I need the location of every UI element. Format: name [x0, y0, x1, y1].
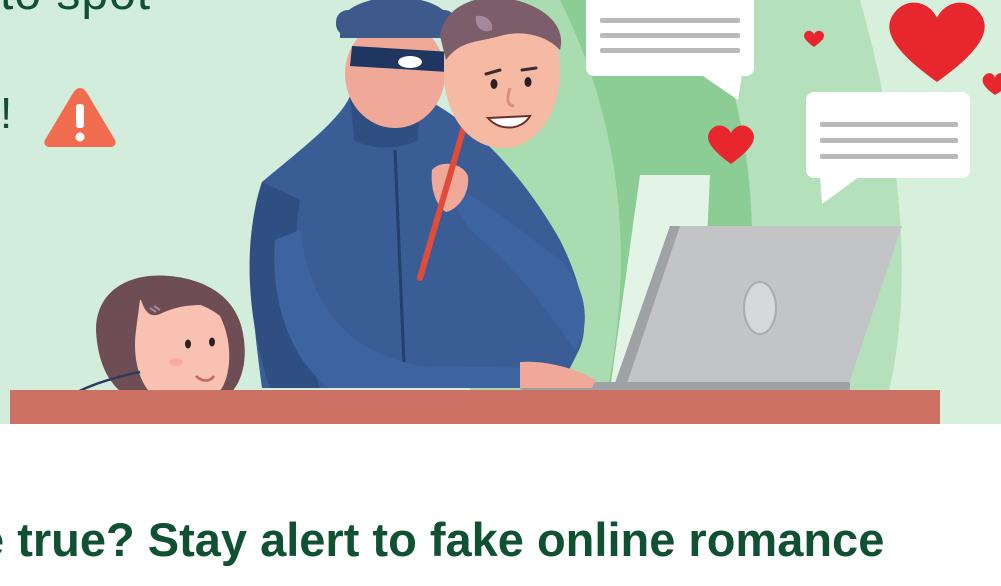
- article-title: e true? Stay alert to fake online romanc…: [0, 513, 885, 566]
- warning-triangle-icon: [44, 88, 116, 147]
- banner-headline-fragment: to spot: [0, 0, 151, 21]
- banner-exclamation: !: [0, 89, 13, 138]
- hero-illustration: to spot !: [0, 0, 1001, 424]
- desk: [10, 390, 940, 424]
